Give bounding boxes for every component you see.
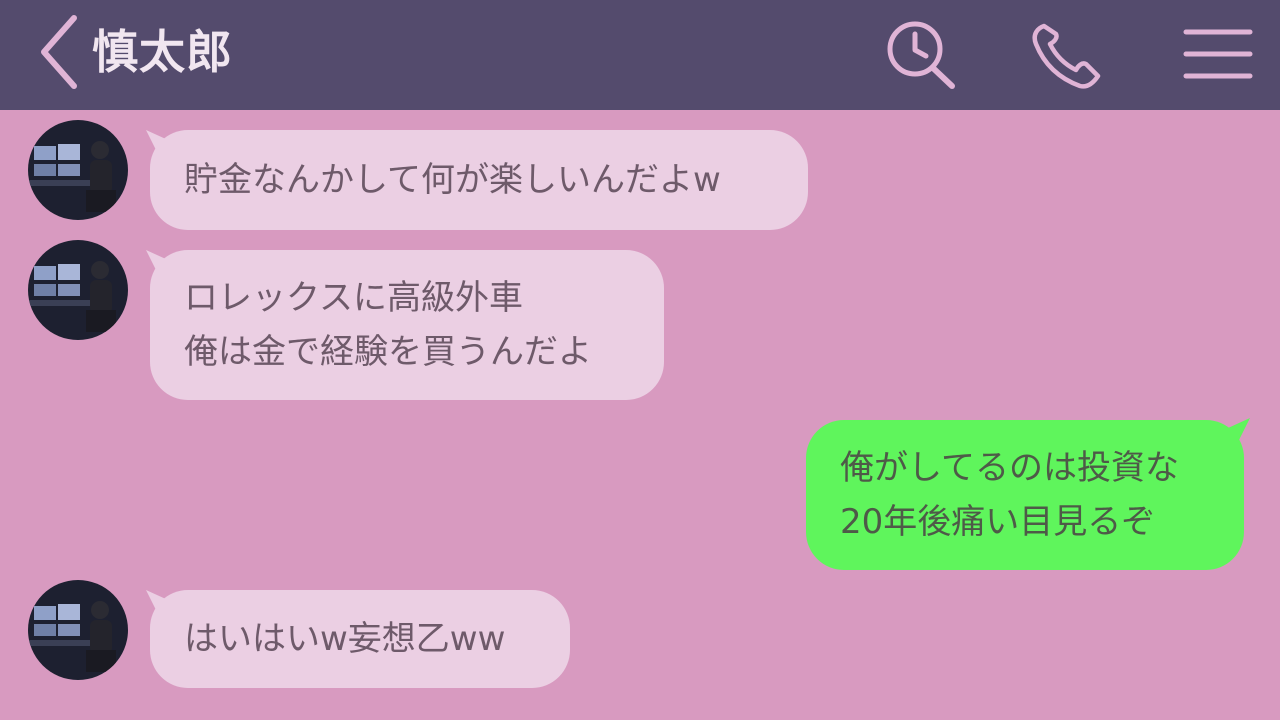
bubble-tail — [1228, 418, 1250, 442]
message-text: 貯金なんかして何が楽しいんだよw — [184, 160, 721, 200]
avatar[interactable] — [28, 120, 128, 220]
message-text: 俺は金で経験を買うんだよ — [184, 332, 592, 372]
back-button[interactable] — [36, 14, 84, 90]
chevron-left-icon — [41, 15, 77, 89]
avatar[interactable] — [28, 580, 128, 680]
message-text: 俺がしてるのは投資な — [840, 448, 1179, 488]
menu-button[interactable] — [1180, 20, 1256, 90]
chat-header: 慎太郎 — [0, 0, 1280, 110]
message-text: 20年後痛い目見るぞ — [840, 502, 1156, 542]
message-bubble-incoming[interactable]: はいはいw妄想乙ww — [150, 590, 570, 688]
hamburger-menu-icon — [1183, 29, 1253, 79]
message-text: はいはいw妄想乙ww — [184, 619, 506, 659]
chat-title: 慎太郎 — [92, 25, 233, 79]
search-button[interactable] — [884, 20, 958, 90]
message-bubble-outgoing[interactable]: 俺がしてるのは投資な 20年後痛い目見るぞ — [806, 420, 1244, 570]
message-bubble-incoming[interactable]: 貯金なんかして何が楽しいんだよw — [150, 130, 808, 230]
avatar-image — [28, 580, 128, 680]
message-bubble-incoming[interactable]: ロレックスに高級外車 俺は金で経験を買うんだよ — [150, 250, 664, 400]
avatar-image — [28, 120, 128, 220]
search-history-icon — [887, 21, 955, 89]
message-text: ロレックスに高級外車 — [184, 278, 523, 318]
call-button[interactable] — [1030, 20, 1104, 90]
phone-icon — [1032, 23, 1101, 89]
avatar[interactable] — [28, 240, 128, 340]
avatar-image — [28, 240, 128, 340]
